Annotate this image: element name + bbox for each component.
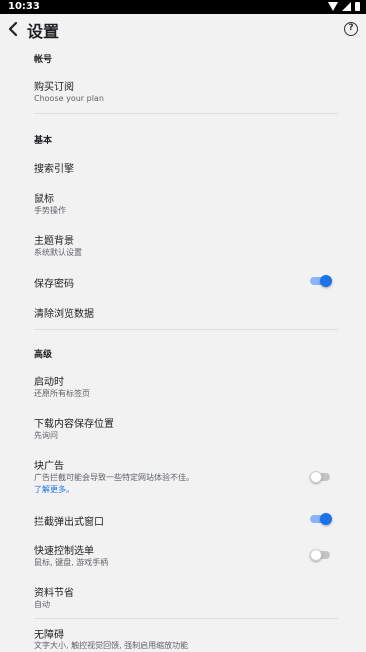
clear-data-title: 清除浏览数据 [34, 309, 94, 320]
wifi-icon [328, 2, 338, 11]
data-saver-subtitle: 自动 [34, 600, 50, 609]
settings-item-mouse[interactable]: 鼠标 手势操作 [28, 186, 338, 220]
subscribe-title: 购买订阅 [34, 82, 74, 93]
theme-title: 主题背景 [34, 236, 74, 247]
divider [34, 329, 338, 330]
settings-item-subscribe[interactable]: 购买订阅 Choose your plan [28, 74, 338, 108]
save-password-title: 保存密码 [34, 279, 74, 290]
toggle-thumb [310, 471, 322, 483]
section-header-advanced: 高级 [34, 350, 53, 360]
toggle-thumb [320, 275, 332, 287]
block-popups-toggle[interactable] [310, 513, 332, 525]
signal-icon [342, 2, 351, 11]
block-ads-title: 块广告 [34, 461, 64, 472]
download-location-subtitle: 先询问 [34, 431, 58, 440]
divider [34, 113, 338, 114]
settings-item-save-password[interactable]: 保存密码 [28, 270, 338, 292]
settings-item-block-ads[interactable]: 块广告 广告拦截可能会导致一些特定网站体验不佳。 了解更多。 [28, 453, 338, 499]
app-bar: 设置 ? [0, 14, 366, 44]
subscribe-subtitle: Choose your plan [34, 94, 104, 103]
settings-item-download-location[interactable]: 下载内容保存位置 先询问 [28, 411, 338, 445]
battery-icon [355, 2, 360, 11]
settings-item-startup[interactable]: 启动时 还原所有标签页 [28, 369, 338, 403]
block-ads-toggle[interactable] [310, 471, 332, 483]
back-button[interactable] [4, 17, 24, 41]
save-password-toggle[interactable] [310, 275, 332, 287]
block-popups-title: 拦截弹出式窗口 [34, 517, 104, 528]
settings-item-clear-data[interactable]: 清除浏览数据 [28, 300, 338, 322]
block-ads-subtitle: 广告拦截可能会导致一些特定网站体验不佳。 [34, 473, 194, 482]
toggle-thumb [320, 513, 332, 525]
data-saver-title: 资料节省 [34, 588, 74, 599]
mouse-subtitle: 手势操作 [34, 206, 66, 215]
quick-menu-title: 快速控制选单 [34, 546, 94, 557]
learn-more-link[interactable]: 了解更多。 [34, 484, 74, 495]
quick-menu-toggle[interactable] [310, 549, 332, 561]
back-arrow-icon [8, 21, 18, 37]
settings-item-block-popups[interactable]: 拦截弹出式窗口 [28, 508, 338, 530]
search-engine-title: 搜索引擎 [34, 164, 74, 175]
download-location-title: 下载内容保存位置 [34, 419, 114, 430]
quick-menu-subtitle: 鼠标, 键盘, 游戏手柄 [34, 558, 109, 567]
settings-item-theme[interactable]: 主题背景 系统默认设置 [28, 228, 338, 262]
section-header-basic: 基本 [34, 136, 53, 146]
toggle-thumb [310, 549, 322, 561]
section-header-account: 帐号 [34, 55, 53, 65]
settings-item-data-saver[interactable]: 资料节省 自动 [28, 580, 338, 614]
settings-item-quick-menu[interactable]: 快速控制选单 鼠标, 键盘, 游戏手柄 [28, 538, 338, 572]
divider [34, 618, 338, 619]
startup-subtitle: 还原所有标签页 [34, 389, 90, 398]
status-time: 10:33 [8, 1, 40, 12]
theme-subtitle: 系统默认设置 [34, 248, 82, 257]
settings-item-search-engine[interactable]: 搜索引擎 [28, 154, 338, 180]
mouse-title: 鼠标 [34, 194, 54, 205]
accessibility-subtitle: 文字大小, 触控视觉回馈, 强制启用缩放功能 [34, 641, 189, 650]
accessibility-title: 无障碍 [34, 630, 64, 641]
page-title: 设置 [27, 22, 60, 41]
startup-title: 启动时 [34, 377, 64, 388]
status-icons [328, 2, 360, 11]
status-bar: 10:33 [0, 0, 366, 14]
settings-item-accessibility[interactable]: 无障碍 文字大小, 触控视觉回馈, 强制启用缩放功能 [28, 622, 338, 652]
help-icon[interactable]: ? [344, 22, 358, 36]
